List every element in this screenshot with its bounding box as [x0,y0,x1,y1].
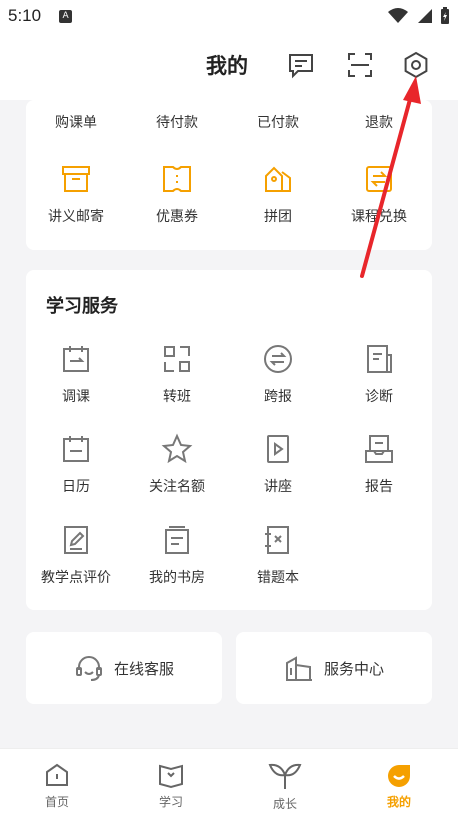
order-item-group-buy[interactable]: 拼团 [228,162,328,226]
learning-item-mistake-book[interactable]: 错题本 [228,523,328,587]
settings-hexagon-icon [404,51,428,79]
status-bar: 5:10 A [0,0,458,32]
order-item-pending[interactable]: 待付款 [127,112,227,132]
learning-label: 关注名额 [149,479,205,495]
order-label: 优惠券 [156,209,198,225]
learning-item-my-study[interactable]: 我的书房 [127,523,227,587]
learning-item-calendar[interactable]: 日历 [26,432,126,496]
learning-item-transfer-class[interactable]: 转班 [127,342,227,406]
building-icon [285,656,312,681]
order-label: 购课单 [55,115,97,131]
order-label: 拼团 [264,209,292,225]
learning-item-diagnosis[interactable]: 诊断 [329,342,429,406]
review-edit-icon [59,523,93,557]
learning-label: 跨报 [264,389,292,405]
learning-label: 报告 [365,479,393,495]
bottom-tab-bar: 首页 学习 成长 我的 [0,748,458,814]
learning-services-card: 学习服务 调课 转班 跨报 诊断 日历 关注名额 讲座 报告 教学点评价 我的书… [26,270,432,610]
order-item-course-exchange[interactable]: 课程兑换 [329,162,429,226]
order-label: 待付款 [156,115,198,131]
learning-label: 转班 [163,389,191,405]
headset-icon [75,656,102,681]
message-button[interactable] [284,48,318,82]
status-icons [388,7,450,25]
order-item-cart[interactable]: 购课单 [26,112,126,132]
mailbox-icon [59,162,93,196]
open-book-icon [159,764,183,789]
tab-label: 我的 [386,795,411,809]
orders-card: 购课单 待付款 已付款 退款 讲义邮寄 优惠券 拼团 课程兑换 [26,100,432,250]
tab-label: 首页 [44,795,69,809]
book-icon [160,523,194,557]
calendar-icon [59,432,93,466]
learning-label: 诊断 [365,389,393,405]
learning-label: 日历 [62,479,90,495]
battery-icon [441,7,449,24]
online-service-label: 在线客服 [113,659,174,678]
section-title: 学习服务 [46,296,118,317]
diagnosis-icon [362,342,396,376]
scan-button[interactable] [343,48,377,82]
transfer-class-icon [160,342,194,376]
group-buy-icon [261,162,295,196]
service-center-label: 服务中心 [323,659,384,678]
mistake-book-icon [261,523,295,557]
learning-label: 我的书房 [149,570,205,586]
tab-home[interactable]: 首页 [0,749,114,814]
learning-item-cross-enroll[interactable]: 跨报 [228,342,328,406]
settings-button[interactable] [399,48,433,82]
learning-item-teaching-review[interactable]: 教学点评价 [26,523,126,587]
order-label: 课程兑换 [351,209,407,225]
exchange-icon [362,162,396,196]
signal-icon [418,9,432,23]
coupon-icon [160,162,194,196]
learning-label: 教学点评价 [41,570,111,586]
report-icon [362,432,396,466]
learning-item-lecture[interactable]: 讲座 [228,432,328,496]
message-icon [289,54,313,79]
home-icon [46,763,68,786]
order-item-paid[interactable]: 已付款 [228,112,328,132]
reschedule-icon [59,342,93,376]
tab-mine[interactable]: 我的 [342,749,456,814]
profile-drop-icon [388,765,410,787]
tab-growth[interactable]: 成长 [228,749,342,814]
status-time: 5:10 [8,6,42,25]
tab-label: 成长 [272,797,297,811]
lecture-play-icon [261,432,295,466]
wifi-icon [388,8,408,23]
online-service-button[interactable]: 在线客服 [26,632,222,704]
order-label: 讲义邮寄 [48,209,104,225]
order-item-refund[interactable]: 退款 [329,112,429,132]
order-item-handout-mail[interactable]: 讲义邮寄 [26,162,126,226]
star-icon [160,432,194,466]
tab-study[interactable]: 学习 [114,749,228,814]
sprout-icon [268,763,302,789]
order-item-coupon[interactable]: 优惠券 [127,162,227,226]
page-title: 我的 [206,54,248,78]
learning-label: 调课 [62,389,90,405]
learning-item-reschedule[interactable]: 调课 [26,342,126,406]
learning-item-report[interactable]: 报告 [329,432,429,496]
service-center-button[interactable]: 服务中心 [236,632,432,704]
learning-item-follow-quota[interactable]: 关注名额 [127,432,227,496]
tab-label: 学习 [158,795,183,809]
learning-label: 讲座 [264,479,292,495]
cross-enroll-icon [261,342,295,376]
learning-label: 错题本 [257,570,299,586]
order-label: 已付款 [257,115,299,131]
accessibility-icon: A [59,9,73,23]
order-label: 退款 [365,115,393,131]
scan-icon [348,53,372,77]
header: 我的 [0,32,458,100]
